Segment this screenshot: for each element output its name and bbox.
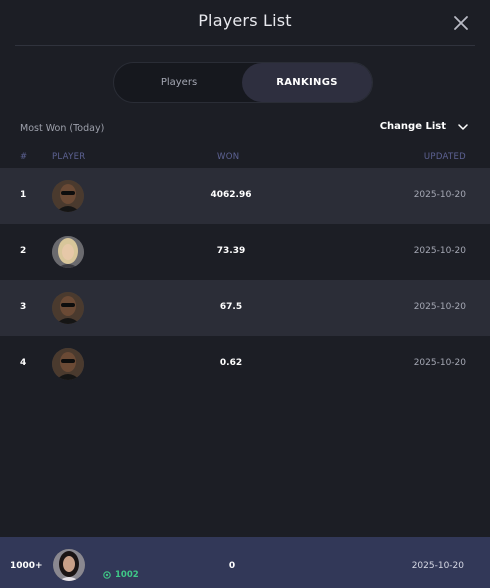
avatar xyxy=(52,236,84,268)
column-header-rank: # xyxy=(20,152,28,162)
current-user-points: 1002 xyxy=(103,570,139,580)
avatar xyxy=(53,549,85,581)
table-row[interactable]: 2 73.39 2025-10-20 xyxy=(0,224,490,280)
current-user-updated: 2025-10-20 xyxy=(411,561,464,571)
tab-players[interactable]: Players xyxy=(114,63,244,102)
row-rank: 3 xyxy=(20,302,27,312)
modal-header: Players List xyxy=(0,0,490,46)
row-won: 0.62 xyxy=(219,358,243,368)
avatar xyxy=(52,348,84,380)
table-row[interactable]: 3 67.5 2025-10-20 xyxy=(0,280,490,336)
avatar xyxy=(52,292,84,324)
row-won: 73.39 xyxy=(216,246,246,256)
modal-title: Players List xyxy=(198,11,292,30)
change-list-button[interactable]: Change List xyxy=(380,121,468,132)
chevron-down-icon xyxy=(458,123,468,130)
row-updated: 2025-10-20 xyxy=(413,302,466,312)
table-row[interactable]: 4 0.62 2025-10-20 xyxy=(0,336,490,392)
header-divider xyxy=(15,45,475,46)
row-won: 67.5 xyxy=(219,302,243,312)
coin-icon xyxy=(103,571,111,579)
current-user-won: 0 xyxy=(228,561,236,571)
column-header-won: WON xyxy=(217,152,240,162)
column-header-updated: UPDATED xyxy=(423,152,466,162)
row-rank: 4 xyxy=(20,358,27,368)
row-updated: 2025-10-20 xyxy=(413,246,466,256)
current-user-rank: 1000+ xyxy=(10,561,43,571)
tab-switcher: Players RANKINGS xyxy=(113,62,373,103)
rankings-table: 1 4062.96 2025-10-20 2 73.39 2025-10-20 … xyxy=(0,168,490,392)
row-rank: 2 xyxy=(20,246,27,256)
list-filter-label: Most Won (Today) xyxy=(20,123,105,134)
table-row[interactable]: 1 4062.96 2025-10-20 xyxy=(0,168,490,224)
points-value: 1002 xyxy=(115,570,139,580)
row-rank: 1 xyxy=(20,190,27,200)
column-header-player: PLAYER xyxy=(52,152,86,162)
row-updated: 2025-10-20 xyxy=(413,190,466,200)
close-icon[interactable] xyxy=(452,14,470,32)
row-won: 4062.96 xyxy=(210,190,252,200)
row-updated: 2025-10-20 xyxy=(413,358,466,368)
tab-rankings[interactable]: RANKINGS xyxy=(242,63,372,102)
avatar xyxy=(52,180,84,212)
change-list-label: Change List xyxy=(379,121,446,132)
current-user-row[interactable]: 1000+ 1002 0 2025-10-20 xyxy=(0,537,490,588)
